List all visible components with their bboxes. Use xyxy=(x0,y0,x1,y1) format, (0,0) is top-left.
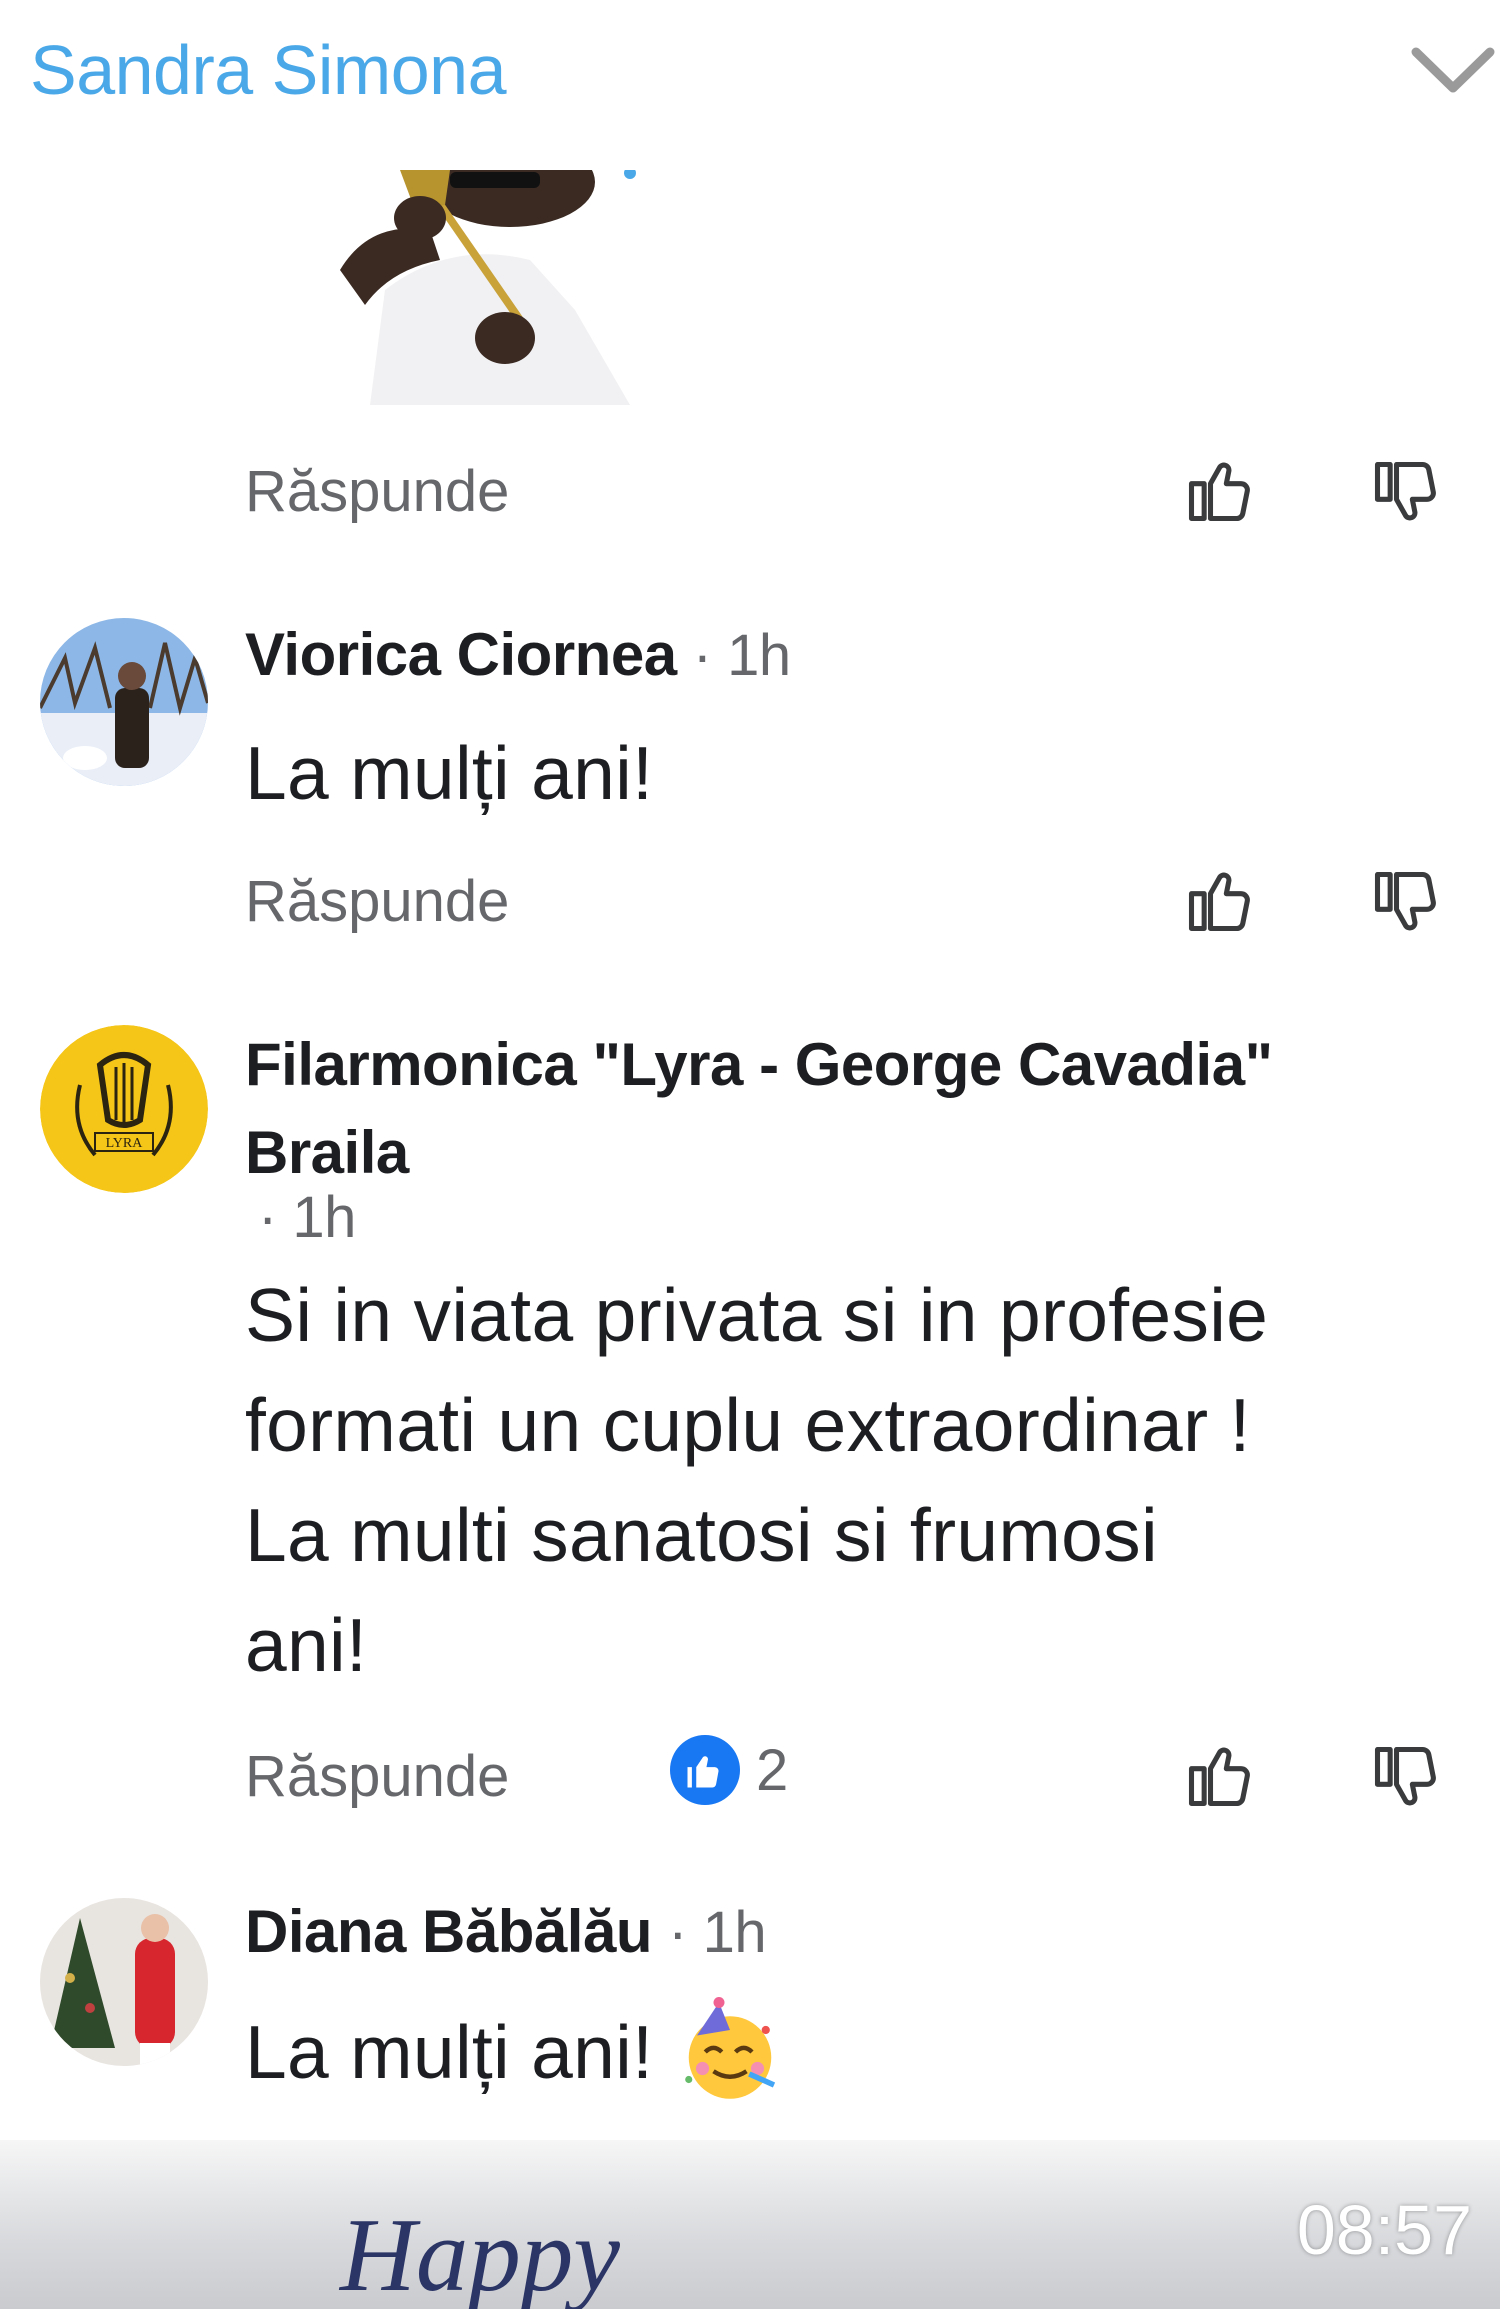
comment-text-line: La multi sanatosi si frumosi xyxy=(245,1493,1158,1577)
thumbs-up-icon[interactable] xyxy=(1182,862,1258,938)
thumbs-up-icon[interactable] xyxy=(1182,1737,1258,1813)
comment-author[interactable]: Diana Băbălău · 1h xyxy=(245,1897,767,1966)
comment-text: La mulți ani! xyxy=(245,2010,654,2094)
reaction-count: 2 xyxy=(756,1737,789,1803)
comment-author[interactable]: Filarmonica "Lyra - George Cavadia" xyxy=(245,1030,1273,1099)
author-name[interactable]: Diana Băbălău xyxy=(245,1898,652,1965)
comment-time: · 1h xyxy=(258,1185,356,1250)
comment-text: La mulți ani! xyxy=(245,731,654,815)
comment-author-line2[interactable]: Braila xyxy=(245,1118,409,1187)
reaction-summary[interactable]: 2 xyxy=(670,1735,788,1805)
logo-text: LYRA xyxy=(106,1136,144,1151)
chevron-down-icon[interactable] xyxy=(1408,40,1498,100)
reply-button[interactable]: Răspunde xyxy=(245,458,509,525)
comment-text-line: ani! xyxy=(245,1603,368,1687)
celebration-sticker xyxy=(330,170,660,405)
comment-text-line: formati un cuplu extraordinar ! xyxy=(245,1383,1251,1467)
video-overlay-text: Happy xyxy=(338,2196,620,2309)
comments-header: Sandra Simona xyxy=(0,0,1500,150)
thumbs-down-icon[interactable] xyxy=(1368,865,1444,941)
comment-text-row: La mulți ani! xyxy=(245,1997,785,2107)
comment-author[interactable]: Viorica Ciornea · 1h xyxy=(245,620,791,689)
reply-button[interactable]: Răspunde xyxy=(245,868,509,935)
avatar[interactable]: LYRA xyxy=(40,1025,208,1193)
thumbs-down-icon[interactable] xyxy=(1368,1740,1444,1816)
partying-face-emoji-icon xyxy=(685,1997,776,2099)
header-title[interactable]: Sandra Simona xyxy=(30,30,507,110)
comment-time: · 1h xyxy=(692,623,791,688)
avatar[interactable] xyxy=(40,618,208,786)
thumbs-up-icon[interactable] xyxy=(1182,452,1258,528)
avatar[interactable] xyxy=(40,1898,208,2066)
comment-text-line: Si in viata privata si in profesie xyxy=(245,1273,1269,1357)
comment-time: · 1h xyxy=(668,1900,767,1965)
video-timestamp: 08:57 xyxy=(1296,2191,1472,2269)
video-preview-bar[interactable] xyxy=(0,2140,1500,2309)
like-reaction-icon xyxy=(670,1735,740,1805)
author-name[interactable]: Viorica Ciornea xyxy=(245,621,677,688)
svg-text:Happy: Happy xyxy=(338,2196,620,2309)
thumbs-down-icon[interactable] xyxy=(1368,455,1444,531)
reply-button[interactable]: Răspunde xyxy=(245,1743,509,1810)
